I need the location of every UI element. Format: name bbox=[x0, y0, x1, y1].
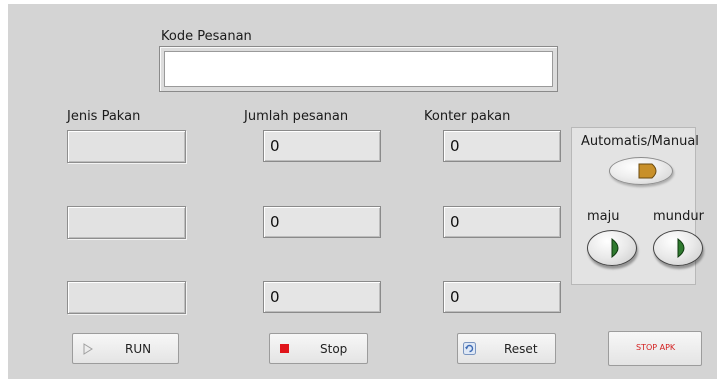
jumlah-pesanan-label: Jumlah pesanan bbox=[244, 109, 349, 124]
jumlah-pesanan-field-2[interactable]: 0 bbox=[263, 206, 381, 238]
kode-pesanan-label: Kode Pesanan bbox=[161, 29, 252, 44]
kode-pesanan-field[interactable] bbox=[159, 46, 558, 92]
automatis-manual-label: Automatis/Manual bbox=[581, 134, 699, 149]
jenis-pakan-field-2[interactable] bbox=[67, 206, 186, 239]
jumlah-pesanan-field-3[interactable]: 0 bbox=[263, 281, 381, 313]
maju-label: maju bbox=[587, 209, 620, 224]
reset-button-label: Reset bbox=[504, 342, 538, 356]
jenis-pakan-label: Jenis Pakan bbox=[67, 109, 141, 124]
stop-apk-button-label: STOP APK bbox=[636, 343, 676, 352]
stop-apk-button[interactable]: STOP APK bbox=[608, 331, 702, 366]
kode-pesanan-input[interactable] bbox=[164, 51, 553, 87]
refresh-icon bbox=[463, 342, 476, 355]
mundur-button[interactable] bbox=[653, 230, 703, 266]
run-button-label: RUN bbox=[125, 342, 152, 356]
reset-button[interactable]: Reset bbox=[457, 333, 556, 364]
maju-button[interactable] bbox=[587, 230, 637, 266]
automatis-manual-toggle[interactable] bbox=[609, 157, 673, 185]
maju-led-icon bbox=[611, 237, 619, 259]
konter-pakan-field-1[interactable]: 0 bbox=[443, 130, 561, 162]
mundur-led-icon bbox=[677, 237, 685, 259]
play-outline-icon bbox=[83, 343, 93, 355]
run-button[interactable]: RUN bbox=[72, 333, 179, 364]
konter-pakan-field-3[interactable]: 0 bbox=[443, 281, 561, 313]
konter-pakan-label: Konter pakan bbox=[424, 109, 511, 124]
stop-square-icon bbox=[280, 344, 289, 353]
jenis-pakan-field-3[interactable] bbox=[67, 281, 186, 314]
jenis-pakan-field-1[interactable] bbox=[67, 130, 186, 163]
stop-button-label: Stop bbox=[320, 342, 348, 356]
konter-pakan-field-2[interactable]: 0 bbox=[443, 206, 561, 238]
mundur-label: mundur bbox=[653, 209, 704, 224]
toggle-led-icon bbox=[638, 163, 657, 179]
stop-button[interactable]: Stop bbox=[269, 333, 368, 364]
jumlah-pesanan-field-1[interactable]: 0 bbox=[263, 130, 381, 162]
